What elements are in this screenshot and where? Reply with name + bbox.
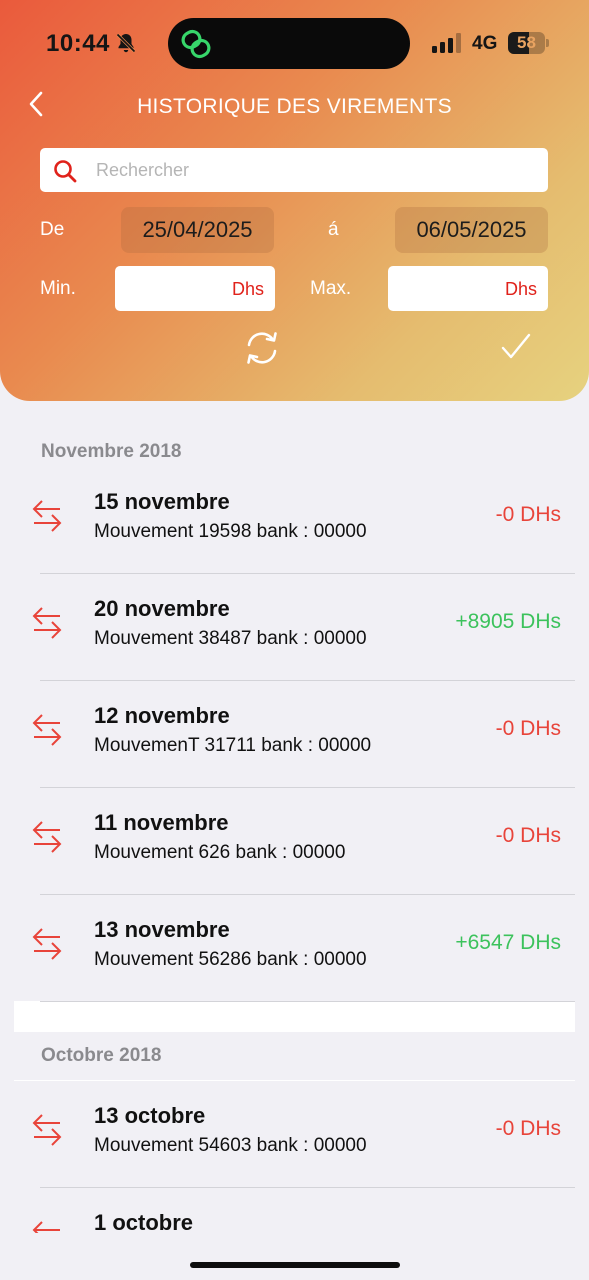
transfer-arrows-icon: [32, 500, 62, 532]
transaction-amount: -0 DHs: [495, 717, 561, 740]
search-bar[interactable]: [40, 148, 548, 192]
transaction-amount: -0 DHs: [495, 503, 561, 526]
transaction-date: 1 octobre: [94, 1210, 194, 1233]
max-amount-label: Max.: [310, 278, 352, 299]
transaction-date: 13 octobre: [94, 1103, 206, 1128]
status-bar: 10:44 4G 58: [0, 0, 589, 88]
transfer-arrows-icon: [32, 821, 62, 853]
section-header: Octobre 2018: [14, 1032, 575, 1080]
to-date-label: á: [328, 219, 339, 240]
apply-check-icon[interactable]: [500, 332, 532, 362]
min-amount-input[interactable]: [115, 266, 215, 311]
transaction-row[interactable]: 11 novembre Mouvement 626 bank : 00000 -…: [0, 788, 589, 895]
transaction-row[interactable]: 13 novembre Mouvement 56286 bank : 00000…: [0, 895, 589, 1002]
transaction-row[interactable]: 13 octobre Mouvement 54603 bank : 00000 …: [0, 1081, 589, 1188]
search-input[interactable]: [96, 148, 536, 192]
transfer-arrows-icon: [32, 607, 62, 639]
section-title: Octobre 2018: [41, 1045, 162, 1066]
transaction-row[interactable]: 20 novembre Mouvement 38487 bank : 00000…: [0, 574, 589, 681]
transfer-arrows-icon: [32, 928, 62, 960]
transaction-amount: -0 DHs: [495, 1117, 561, 1140]
header-panel: 10:44 4G 58 HISTORIQUE DES VIREMENTS Rec…: [0, 0, 589, 401]
linked-rings-icon: [181, 29, 211, 59]
transaction-date: 15 novembre: [94, 489, 230, 514]
to-date-field[interactable]: 06/05/2025: [395, 207, 548, 253]
transaction-amount: +6547 DHs: [455, 931, 561, 954]
network-type: 4G: [472, 33, 498, 54]
status-time: 10:44: [46, 30, 110, 57]
min-currency-unit: Dhs: [231, 279, 264, 299]
page-title: HISTORIQUE DES VIREMENTS: [137, 95, 452, 118]
min-amount-field[interactable]: Dhs: [115, 266, 275, 311]
max-amount-field[interactable]: Dhs: [388, 266, 548, 311]
min-amount-label: Min.: [40, 278, 76, 299]
transaction-description: Mouvement 19598 bank : 00000: [94, 521, 367, 542]
from-date-field[interactable]: 25/04/2025: [121, 207, 274, 253]
section-title: Novembre 2018: [41, 441, 182, 462]
transaction-date: 13 novembre: [94, 917, 230, 942]
transaction-date: 12 novembre: [94, 703, 230, 728]
transaction-row[interactable]: 12 novembre MouvemenT 31711 bank : 00000…: [0, 681, 589, 788]
battery-icon: 58: [508, 32, 549, 54]
max-currency-unit: Dhs: [504, 279, 537, 299]
list-clip: 1 octobre: [0, 1188, 589, 1233]
transfer-arrows-icon: [32, 714, 62, 746]
cellular-signal-icon: [432, 33, 461, 53]
transaction-row[interactable]: 1 octobre: [0, 1188, 589, 1233]
search-icon: [54, 160, 77, 183]
transaction-row[interactable]: 15 novembre Mouvement 19598 bank : 00000…: [0, 467, 589, 574]
row-divider: [40, 1001, 575, 1002]
dynamic-island: [168, 18, 410, 69]
transfer-arrows-icon: [32, 1114, 62, 1146]
transaction-description: Mouvement 56286 bank : 00000: [94, 949, 367, 970]
home-indicator: [190, 1262, 400, 1268]
transaction-description: Mouvement 626 bank : 00000: [94, 842, 346, 863]
transaction-date: 20 novembre: [94, 596, 230, 621]
battery-percentage: 58: [517, 33, 536, 52]
transaction-amount: +8905 DHs: [455, 610, 561, 633]
from-date-label: De: [40, 219, 65, 240]
refresh-icon[interactable]: [243, 330, 281, 366]
transaction-amount: -0 DHs: [495, 824, 561, 847]
transaction-date: 11 novembre: [94, 810, 229, 835]
transaction-description: Mouvement 54603 bank : 00000: [94, 1135, 367, 1156]
max-amount-input[interactable]: [388, 266, 488, 311]
transfer-arrows-icon: [32, 1221, 60, 1233]
transaction-description: MouvemenT 31711 bank : 00000: [94, 735, 372, 756]
bell-muted-icon: [116, 33, 136, 53]
transaction-description: Mouvement 38487 bank : 00000: [94, 628, 367, 649]
